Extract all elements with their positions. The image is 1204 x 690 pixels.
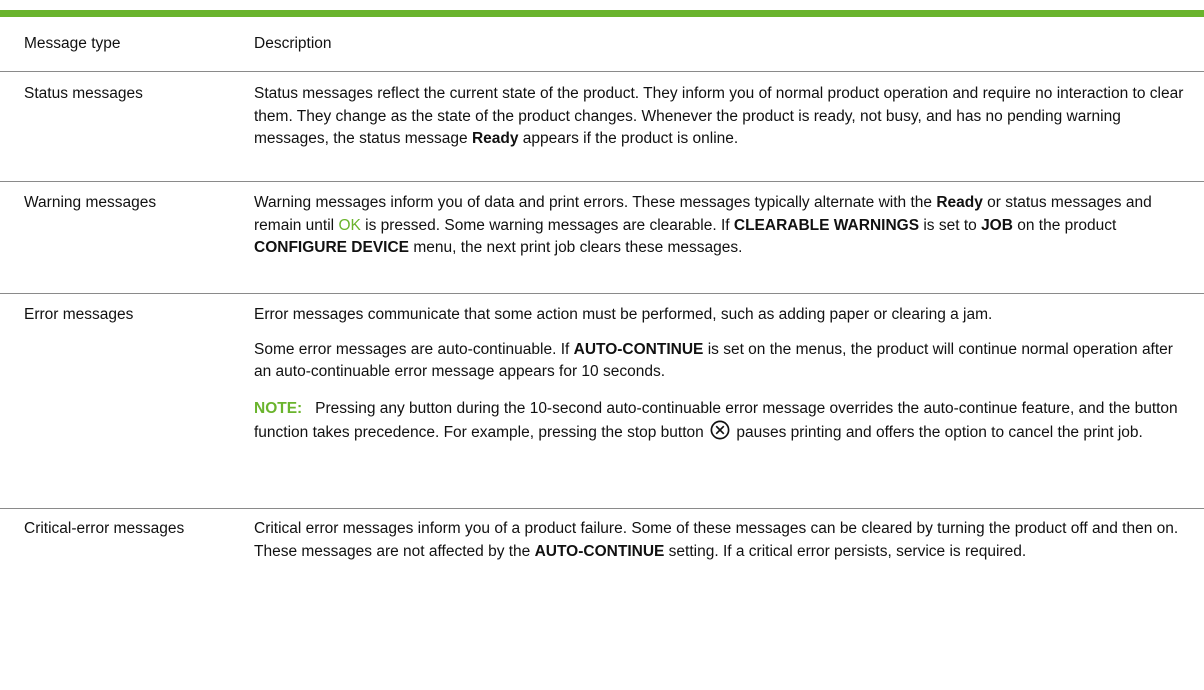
table-row-error: Error messages Error messages communicat… [0, 293, 1204, 509]
configure-device-keyword: CONFIGURE DEVICE [254, 239, 410, 256]
ready-keyword: Ready [471, 130, 519, 147]
document-page: Message type Description Status messages… [0, 0, 1204, 690]
status-description: Status messages reflect the current stat… [254, 85, 1184, 147]
stop-icon [710, 420, 730, 440]
critical-description: Critical error messages inform you of a … [254, 520, 1179, 560]
table-row-status: Status messages Status messages reflect … [0, 71, 1204, 182]
cell-desc-warning: Warning messages inform you of data and … [254, 181, 1204, 294]
error-description-p1: Error messages communicate that some act… [254, 306, 993, 323]
auto-continue-keyword: AUTO-CONTINUE [534, 542, 665, 560]
error-note: NOTE: Pressing any button during the 10-… [254, 399, 1182, 442]
message-types-table: Message type Description Status messages… [0, 17, 1204, 563]
cell-type-status: Status messages [0, 71, 254, 182]
ready-keyword: Ready [936, 194, 983, 211]
clearable-warnings-keyword: CLEARABLE WARNINGS [733, 216, 920, 234]
error-description-p2: Some error messages are auto-continuable… [254, 340, 1173, 381]
cell-desc-critical: Critical error messages inform you of a … [254, 509, 1204, 564]
table-row-warning: Warning messages Warning messages inform… [0, 181, 1204, 294]
table-row-critical: Critical-error messages Critical error m… [0, 509, 1204, 564]
warning-description: Warning messages inform you of data and … [254, 194, 1152, 256]
cell-type-error: Error messages [0, 293, 254, 509]
header-description: Description [254, 17, 1204, 72]
cell-desc-status: Status messages reflect the current stat… [254, 71, 1204, 182]
header-message-type: Message type [0, 17, 254, 72]
job-keyword: JOB [981, 216, 1013, 234]
cell-type-critical: Critical-error messages [24, 520, 185, 537]
top-green-rule [0, 10, 1204, 17]
cell-type-warning: Warning messages [0, 181, 254, 294]
ok-button-label: OK [338, 216, 361, 234]
table-header-row: Message type Description [0, 17, 1204, 72]
note-label: NOTE: [254, 399, 303, 417]
auto-continue-keyword: AUTO-CONTINUE [573, 340, 704, 358]
cell-desc-error: Error messages communicate that some act… [254, 293, 1204, 509]
